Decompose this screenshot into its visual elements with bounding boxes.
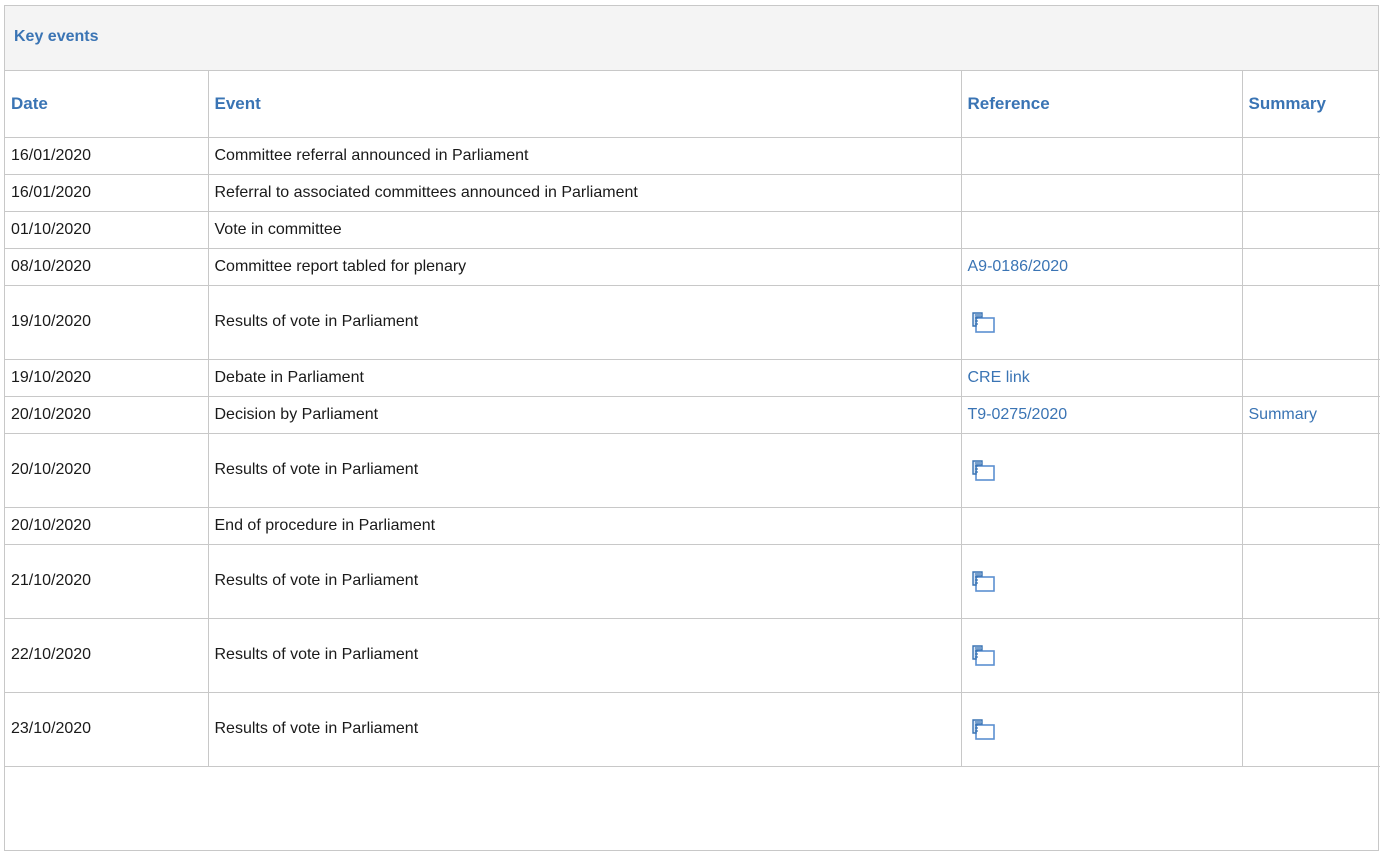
cell-reference (960, 211, 1242, 249)
cell-date: 20/10/2020 (5, 507, 208, 545)
cell-summary (1241, 544, 1380, 619)
ballot-box-icon[interactable] (970, 643, 996, 667)
cell-date: 22/10/2020 (5, 618, 208, 693)
cell-reference: A9-0186/2020 (960, 248, 1242, 286)
table-row: 19/10/2020 Debate in Parliament CRE link (5, 359, 1380, 397)
table-row: 20/10/2020 Decision by Parliament T9-0275/… (5, 396, 1380, 434)
cell-event: Referral to associated committees announ… (207, 174, 961, 212)
cell-summary (1241, 359, 1380, 397)
table-row: 08/10/2020 Committee report tabled for pl… (5, 248, 1380, 286)
cell-reference (960, 433, 1242, 508)
cell-reference: CRE link (960, 359, 1242, 397)
reference-link[interactable]: A9-0186/2020 (968, 258, 1069, 275)
cell-reference (960, 174, 1242, 212)
ballot-box-icon[interactable] (970, 458, 996, 482)
cell-reference (960, 618, 1242, 693)
cell-event: Results of vote in Parliament (207, 544, 961, 619)
column-header-summary: Summary (1241, 71, 1380, 138)
table-row: 20/10/2020 Results of vote in Parliament (5, 433, 1380, 508)
column-header-reference: Reference (960, 71, 1242, 138)
cell-event: Results of vote in Parliament (207, 433, 961, 508)
table-row: 20/10/2020 End of procedure in Parliament (5, 507, 1380, 545)
cell-event: End of procedure in Parliament (207, 507, 961, 545)
cell-date: 16/01/2020 (5, 137, 208, 175)
cell-summary: Summary (1241, 396, 1380, 434)
cell-date: 23/10/2020 (5, 692, 208, 767)
cell-date: 16/01/2020 (5, 174, 208, 212)
cell-event: Committee referral announced in Parliame… (207, 137, 961, 175)
table-row: 19/10/2020 Results of vote in Parliament (5, 285, 1380, 360)
cell-reference (960, 544, 1242, 619)
reference-link[interactable]: T9-0275/2020 (968, 406, 1068, 423)
table-row: 23/10/2020 Results of vote in Parliament (5, 692, 1380, 767)
cell-event: Debate in Parliament (207, 359, 961, 397)
key-events-table: Date Event Reference Summary 16/01/2020 C… (5, 71, 1380, 767)
cell-date: 20/10/2020 (5, 433, 208, 508)
cell-date: 21/10/2020 (5, 544, 208, 619)
cell-summary (1241, 211, 1380, 249)
cell-summary (1241, 692, 1380, 767)
cell-reference (960, 285, 1242, 360)
summary-link[interactable]: Summary (1249, 406, 1317, 423)
panel-title: Key events (14, 28, 99, 45)
panel-header: Key events (5, 6, 1378, 71)
cell-date: 08/10/2020 (5, 248, 208, 286)
cell-summary (1241, 507, 1380, 545)
ballot-box-icon[interactable] (970, 717, 996, 741)
table-row: 16/01/2020 Referral to associated committ… (5, 174, 1380, 212)
table-body: 16/01/2020 Committee referral announced i… (5, 137, 1380, 767)
column-header-date: Date (5, 71, 208, 138)
reference-link[interactable]: CRE link (968, 369, 1030, 386)
cell-summary (1241, 285, 1380, 360)
cell-event: Results of vote in Parliament (207, 618, 961, 693)
column-header-event: Event (207, 71, 961, 138)
cell-reference (960, 507, 1242, 545)
key-events-panel: Key events Date Event Reference Summary … (4, 5, 1380, 851)
cell-summary (1241, 618, 1380, 693)
table-row: 01/10/2020 Vote in committee (5, 211, 1380, 249)
cell-reference (960, 692, 1242, 767)
cell-event: Committee report tabled for plenary (207, 248, 961, 286)
table-footer-space (5, 767, 1378, 803)
ballot-box-icon[interactable] (970, 569, 996, 593)
table-row: 21/10/2020 Results of vote in Parliament (5, 544, 1380, 619)
cell-date: 19/10/2020 (5, 359, 208, 397)
cell-summary (1241, 433, 1380, 508)
cell-event: Vote in committee (207, 211, 961, 249)
cell-summary (1241, 248, 1380, 286)
cell-reference (960, 137, 1242, 175)
cell-event: Results of vote in Parliament (207, 285, 961, 360)
cell-date: 19/10/2020 (5, 285, 208, 360)
table-row: 22/10/2020 Results of vote in Parliament (5, 618, 1380, 693)
cell-date: 01/10/2020 (5, 211, 208, 249)
ballot-box-icon[interactable] (970, 310, 996, 334)
cell-date: 20/10/2020 (5, 396, 208, 434)
cell-summary (1241, 174, 1380, 212)
table-row: 16/01/2020 Committee referral announced i… (5, 137, 1380, 175)
cell-event: Decision by Parliament (207, 396, 961, 434)
table-header-row: Date Event Reference Summary (5, 71, 1380, 138)
cell-reference: T9-0275/2020 (960, 396, 1242, 434)
cell-summary (1241, 137, 1380, 175)
cell-event: Results of vote in Parliament (207, 692, 961, 767)
